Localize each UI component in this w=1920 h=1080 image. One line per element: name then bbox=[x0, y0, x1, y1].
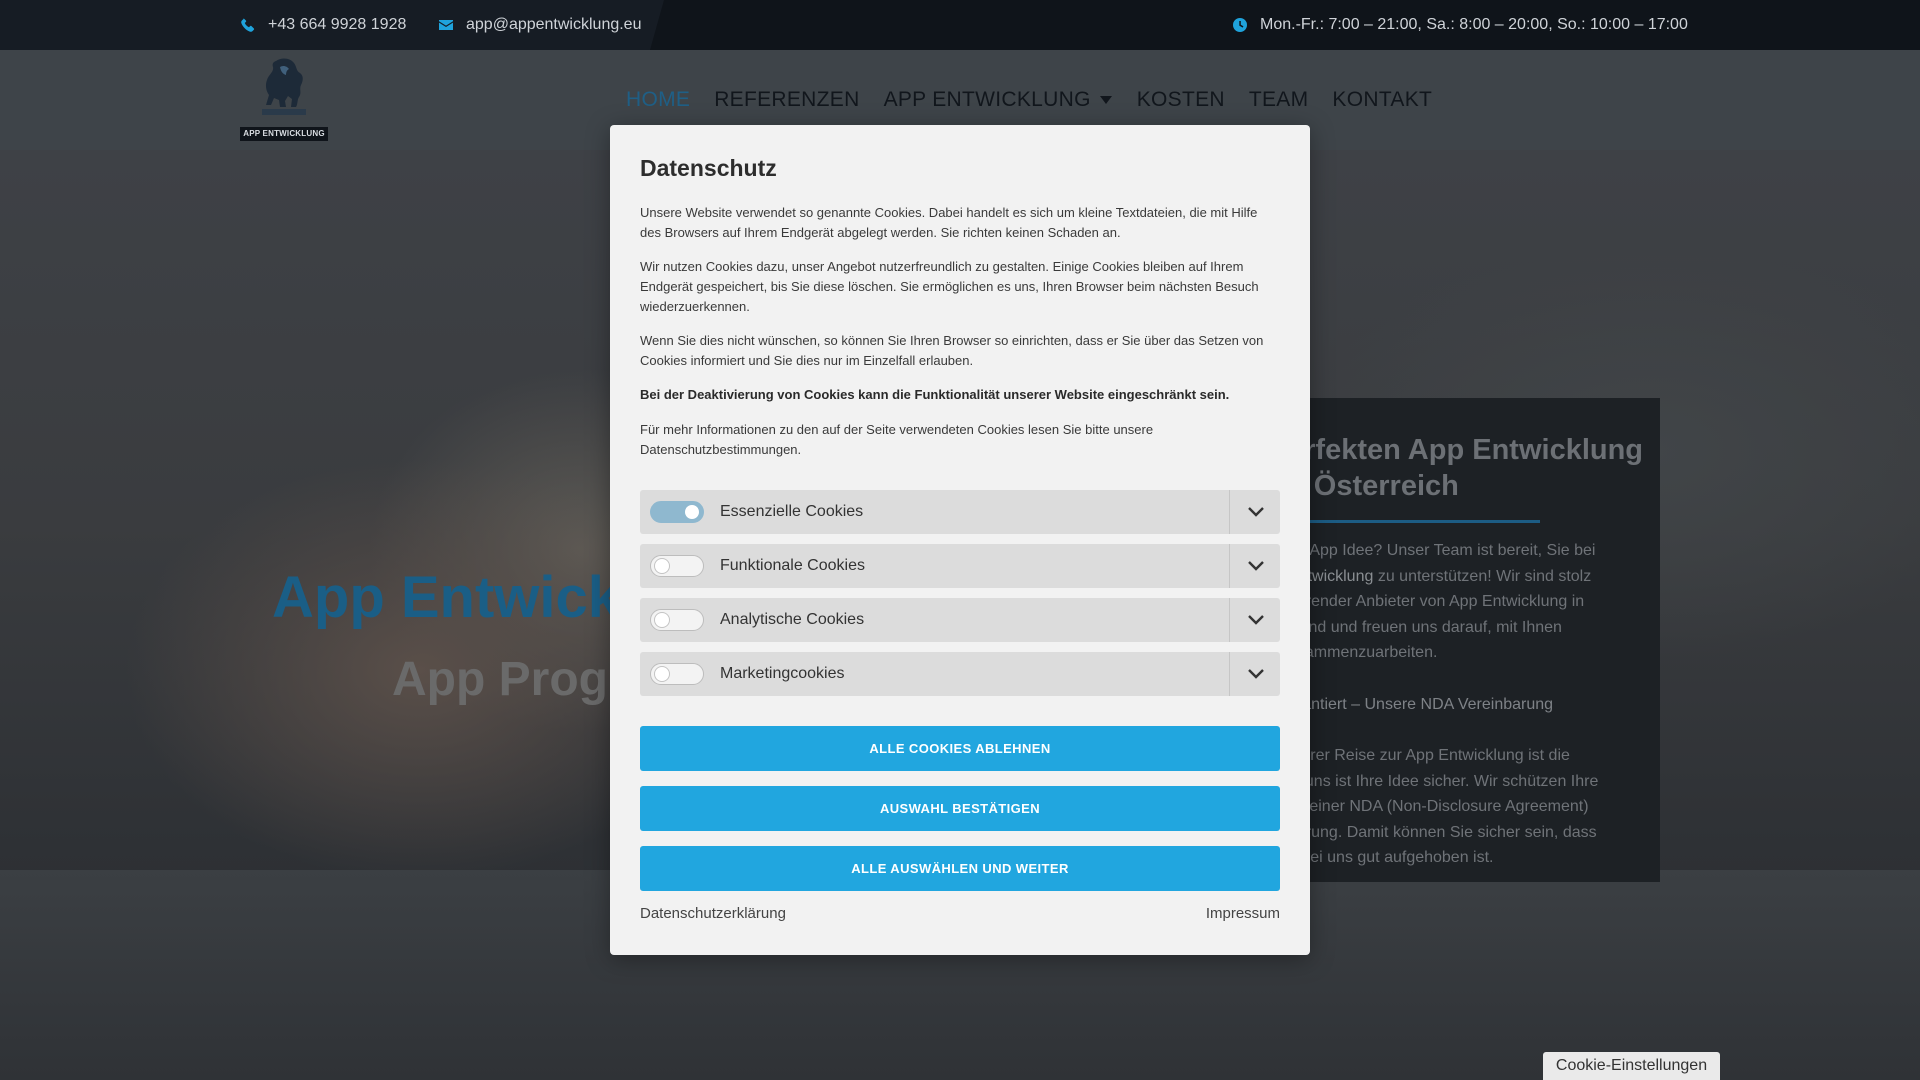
caret-down-icon bbox=[1099, 96, 1112, 104]
toggle-knob bbox=[684, 504, 700, 520]
functional-cookies-toggle[interactable] bbox=[650, 555, 704, 577]
intro-p1-line2: Entwicklung zu unterstützen! Wir sind st… bbox=[1288, 564, 1658, 590]
intro-p1-line2-rest: zu unterstützen! Wir sind stolz bbox=[1373, 567, 1592, 585]
chevron-down-icon[interactable] bbox=[1247, 558, 1265, 574]
nav-item-kosten[interactable]: KOSTEN bbox=[1137, 88, 1225, 112]
cookie-category-essential: Essenzielle Cookies bbox=[640, 490, 1280, 534]
dialog-paragraph-3: Wenn Sie dies nicht wünschen, so können … bbox=[640, 333, 1264, 368]
phone-number: +43 664 9928 1928 bbox=[268, 16, 407, 33]
envelope-icon bbox=[439, 20, 453, 30]
toggle-knob bbox=[654, 612, 670, 628]
nav-item-team[interactable]: TEAM bbox=[1249, 88, 1309, 112]
intro-paragraph-3: f Ihrer Reise zur App Entwicklung ist di… bbox=[1288, 743, 1658, 871]
dialog-paragraph-2: Wir nutzen Cookies dazu, unser Angebot n… bbox=[640, 259, 1259, 314]
email-link[interactable]: app@appentwicklung.eu bbox=[438, 0, 641, 50]
category-label: Marketingcookies bbox=[720, 665, 845, 682]
divider bbox=[1229, 598, 1230, 642]
intro-heading-line1: erfekten App Entwicklung bbox=[1288, 434, 1644, 466]
nda-heading: arantiert – Unsere NDA Vereinbarung bbox=[1288, 696, 1554, 713]
dialog-title: Datenschutz bbox=[640, 155, 777, 181]
hero-title: App Entwick bbox=[272, 565, 621, 630]
heading-underline bbox=[1288, 520, 1540, 523]
nav-item-kontakt[interactable]: KONTAKT bbox=[1332, 88, 1432, 112]
analytics-cookies-toggle[interactable] bbox=[650, 609, 704, 631]
intro-p3-line4: barung. Damit können Sie sicher sein, da… bbox=[1288, 823, 1597, 841]
nav-item-app-entwicklung[interactable]: APP ENTWICKLUNG bbox=[884, 88, 1113, 112]
dialog-paragraph-1: Unsere Website verwendet so genannte Coo… bbox=[640, 205, 1258, 240]
reject-all-cookies-button[interactable]: ALLE COOKIES ABLEHNEN bbox=[640, 726, 1280, 771]
cookie-category-marketing: Marketingcookies bbox=[640, 652, 1280, 696]
intro-paragraph-1: de App Idee? Unser Team ist bereit, Sie … bbox=[1288, 538, 1658, 666]
chevron-down-icon[interactable] bbox=[1247, 612, 1265, 628]
cookie-settings-tab[interactable]: Cookie-Einstellungen bbox=[1543, 1052, 1720, 1080]
phone-link[interactable]: +43 664 9928 1928 bbox=[240, 0, 406, 50]
intro-p3-line3: nit einer NDA (Non-Disclosure Agreement) bbox=[1288, 798, 1589, 815]
cookie-consent-dialog: Datenschutz Unsere Website verwendet so … bbox=[610, 125, 1310, 955]
divider bbox=[1229, 544, 1230, 588]
intro-heading-line2: n Österreich bbox=[1288, 470, 1459, 502]
hours-text: Mon.-Fr.: 7:00 – 21:00, Sa.: 8:00 – 20:0… bbox=[1260, 16, 1688, 33]
toggle-knob bbox=[654, 558, 670, 574]
divider bbox=[1229, 490, 1230, 534]
essential-cookies-toggle[interactable] bbox=[650, 501, 704, 523]
nav-item-app-entwicklung-label: APP ENTWICKLUNG bbox=[883, 88, 1091, 111]
cookie-category-analytics: Analytische Cookies bbox=[640, 598, 1280, 642]
hero-subtitle: App Prog bbox=[392, 653, 608, 706]
accept-all-button[interactable]: ALLE AUSWÄHLEN UND WEITER bbox=[640, 846, 1280, 891]
chevron-down-icon[interactable] bbox=[1247, 666, 1265, 682]
top-info-bar: +43 664 9928 1928 app@appentwicklung.eu … bbox=[0, 0, 1920, 50]
opening-hours: Mon.-Fr.: 7:00 – 21:00, Sa.: 8:00 – 20:0… bbox=[1232, 0, 1688, 50]
intro-p1-line1: de App Idee? Unser Team ist bereit, Sie … bbox=[1288, 542, 1596, 559]
intro-info-box: erfekten App Entwicklung n Österreich de… bbox=[1280, 398, 1660, 882]
site-logo[interactable]: APP ENTWICKLUNG bbox=[240, 57, 328, 141]
intro-p1-line4: t sind und freuen uns darauf, mit Ihnen bbox=[1288, 618, 1562, 636]
category-label: Analytische Cookies bbox=[720, 611, 865, 628]
intro-p3-line1: f Ihrer Reise zur App Entwicklung ist di… bbox=[1288, 747, 1570, 764]
category-label: Funktionale Cookies bbox=[720, 557, 865, 574]
intro-heading: erfekten App Entwicklung n Österreich bbox=[1288, 432, 1658, 504]
category-label: Essenzielle Cookies bbox=[720, 503, 864, 520]
clock-icon bbox=[1233, 18, 1247, 32]
phone-icon bbox=[241, 18, 255, 32]
dialog-paragraph-5: Für mehr Informationen zu den auf der Se… bbox=[640, 422, 1154, 457]
confirm-selection-button[interactable]: AUSWAHL BESTÄTIGEN bbox=[640, 786, 1280, 831]
intro-p1-line5: usammenzuarbeiten. bbox=[1288, 644, 1438, 661]
chevron-down-icon[interactable] bbox=[1247, 504, 1265, 520]
toggle-knob bbox=[654, 666, 670, 682]
privacy-policy-link[interactable]: Datenschutzerklärung bbox=[640, 905, 786, 922]
intro-p3-line5: e bei uns gut aufgehoben ist. bbox=[1288, 849, 1494, 866]
nav-item-home[interactable]: HOME bbox=[626, 88, 690, 112]
divider bbox=[1229, 652, 1230, 696]
intro-p1-line3: ührender Anbieter von App Entwicklung in bbox=[1288, 593, 1585, 610]
lion-logo-icon bbox=[262, 58, 306, 115]
dialog-warning: Bei der Deaktivierung von Cookies kann d… bbox=[640, 387, 1230, 402]
nav-item-referenzen[interactable]: REFERENZEN bbox=[714, 88, 859, 112]
intro-p3-line2: ei uns ist Ihre Idee sicher. Wir schütze… bbox=[1288, 772, 1599, 790]
marketing-cookies-toggle[interactable] bbox=[650, 663, 704, 685]
logo-caption: APP ENTWICKLUNG bbox=[240, 127, 328, 141]
imprint-link[interactable]: Impressum bbox=[1206, 905, 1280, 922]
cookie-category-functional: Funktionale Cookies bbox=[640, 544, 1280, 588]
email-address: app@appentwicklung.eu bbox=[466, 16, 642, 33]
